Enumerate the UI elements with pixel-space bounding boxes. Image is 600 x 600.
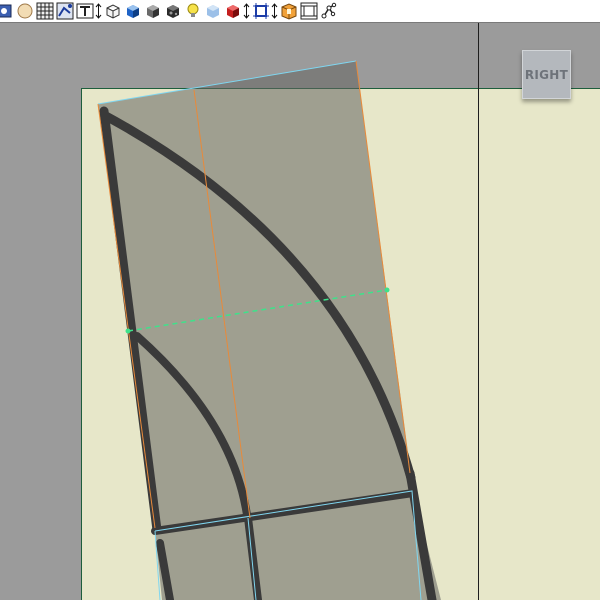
frame-selected-icon[interactable] xyxy=(252,2,270,20)
node-graph-icon[interactable] xyxy=(320,2,338,20)
gray-cube-icon[interactable] xyxy=(144,2,162,20)
light-bulb-icon[interactable] xyxy=(184,2,202,20)
edge-loop-vertex-right xyxy=(384,287,390,293)
application-window: side RIGHT xyxy=(0,0,600,600)
reference-image-plane-right xyxy=(479,88,600,600)
wireframe-cube-icon[interactable] xyxy=(104,2,122,20)
grid-icon[interactable] xyxy=(36,2,54,20)
uv-editor-icon[interactable] xyxy=(56,2,74,20)
edge-loop-vertex-left xyxy=(125,328,131,334)
main-viewport[interactable]: side xyxy=(0,23,478,600)
isolate-cube-icon[interactable] xyxy=(280,2,298,20)
view-cube-right-face[interactable]: RIGHT xyxy=(522,50,571,99)
text-icon[interactable] xyxy=(76,2,94,20)
film-gate-icon[interactable] xyxy=(300,2,318,20)
separator-handle-icon[interactable] xyxy=(243,2,250,20)
right-viewport[interactable]: RIGHT xyxy=(479,23,600,600)
toolbar xyxy=(0,0,600,23)
scene-canvas[interactable] xyxy=(0,23,478,600)
textured-cube-icon[interactable] xyxy=(164,2,182,20)
red-cube-icon[interactable] xyxy=(224,2,242,20)
sphere-icon[interactable] xyxy=(16,2,34,20)
separator-handle-icon[interactable] xyxy=(271,2,278,20)
blue-cube-icon[interactable] xyxy=(124,2,142,20)
select-mode-icon[interactable] xyxy=(0,2,14,20)
blue-object-icon[interactable] xyxy=(204,2,222,20)
separator-handle-icon[interactable] xyxy=(95,2,102,20)
